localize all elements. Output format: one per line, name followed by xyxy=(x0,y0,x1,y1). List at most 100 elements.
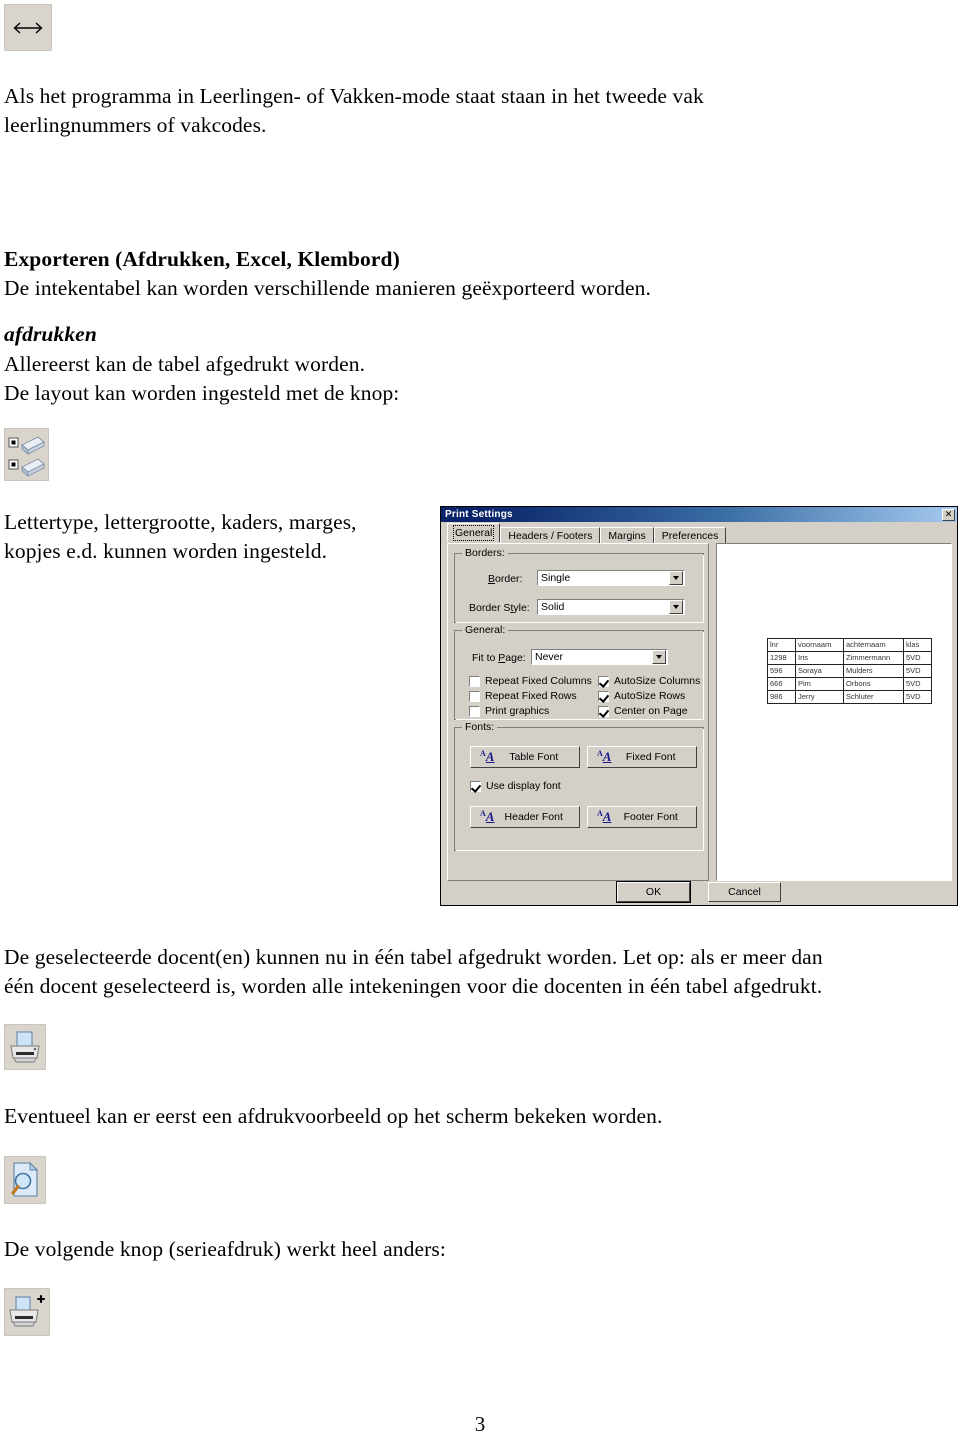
table-font-button[interactable]: AA Table Font xyxy=(470,746,580,768)
cell-klas: 5VD xyxy=(903,651,932,665)
border-combo-value: Single xyxy=(541,572,571,584)
general-group: General: Fit to Page: Never Repeat Fixed… xyxy=(454,625,704,720)
column-header-voornaam: voornaam xyxy=(795,638,844,652)
checkbox-box[interactable] xyxy=(598,690,609,702)
font-glyph-icon: AA xyxy=(480,809,495,824)
print-preview-button[interactable] xyxy=(4,1156,46,1204)
font-glyph-icon: AA xyxy=(597,809,612,824)
preview-table: lnr voornaam achternaam klas 1298 Iris Z… xyxy=(767,638,932,704)
checkbox-repeat-fixed-rows[interactable]: Repeat Fixed Rows xyxy=(469,690,577,702)
checkbox-label: Use display font xyxy=(486,780,561,792)
column-header-achternaam: achternaam xyxy=(843,638,904,652)
lettertype-line-2: kopjes e.d. kunnen worden ingesteld. xyxy=(4,539,328,563)
print-button[interactable] xyxy=(4,1024,46,1070)
export-subtext: De intekentabel kan worden verschillende… xyxy=(4,276,651,300)
checkbox-box[interactable] xyxy=(469,675,480,687)
header-font-button[interactable]: AA Header Font xyxy=(470,806,580,828)
page-layout-icon xyxy=(8,433,46,477)
intro-line-1: Als het programma in Leerlingen- of Vakk… xyxy=(4,84,704,108)
general-group-title: General: xyxy=(462,625,509,636)
border-combo[interactable]: Single xyxy=(537,570,685,586)
page-setup-button[interactable] xyxy=(4,428,49,481)
checkbox-box[interactable] xyxy=(598,705,609,717)
intro-line-2: leerlingnummers of vakcodes. xyxy=(4,113,267,137)
paragraph-preview-note: Eventueel kan er eerst een afdrukvoorbee… xyxy=(4,1104,663,1128)
tab-headers-footers[interactable]: Headers / Footers xyxy=(500,527,601,544)
cell-lnr: 986 xyxy=(767,690,796,704)
afdrukken-heading: afdrukken xyxy=(4,322,97,346)
fit-to-page-combo-value: Never xyxy=(535,651,564,663)
footer-font-label: Footer Font xyxy=(623,811,678,823)
ok-button[interactable]: OK xyxy=(616,881,691,903)
dialog-title: Print Settings xyxy=(445,509,513,520)
fit-to-page-combo[interactable]: Never xyxy=(531,649,668,665)
table-header-row: lnr voornaam achternaam klas xyxy=(767,638,932,652)
cell-lnr: 666 xyxy=(767,677,796,691)
close-icon[interactable]: ✕ xyxy=(942,508,955,521)
checkbox-label: Repeat Fixed Columns xyxy=(485,675,592,687)
header-font-label: Header Font xyxy=(504,811,563,823)
cancel-button[interactable]: Cancel xyxy=(708,882,781,902)
print-preview-icon xyxy=(8,1161,42,1199)
print-preview-pane: lnr voornaam achternaam klas 1298 Iris Z… xyxy=(716,543,952,881)
fixed-font-button[interactable]: AA Fixed Font xyxy=(587,746,697,768)
table-font-label: Table Font xyxy=(509,751,559,763)
print-settings-dialog: Print Settings ✕ General Headers / Foote… xyxy=(440,506,958,906)
checkbox-box[interactable] xyxy=(469,690,480,702)
cell-klas: 5VD xyxy=(903,664,932,678)
chevron-down-icon[interactable] xyxy=(669,600,683,614)
lettertype-line-1: Lettertype, lettergrootte, kaders, marge… xyxy=(4,510,357,534)
checkbox-label: Center on Page xyxy=(614,705,688,717)
table-row: 1298 Iris Zimmermann 5VD xyxy=(767,651,932,665)
borders-group-title: Borders: xyxy=(462,548,508,559)
resize-columns-button[interactable] xyxy=(4,4,52,51)
table-row: 596 Soraya Mulders 5VD xyxy=(767,664,932,678)
checkbox-label: AutoSize Columns xyxy=(614,675,701,687)
printer-icon xyxy=(7,1029,43,1065)
footer-font-button[interactable]: AA Footer Font xyxy=(587,806,697,828)
border-style-label: Border Style: xyxy=(469,602,530,614)
fixed-font-label: Fixed Font xyxy=(625,751,676,763)
cell-lnr: 596 xyxy=(767,664,796,678)
tab-headers-footers-label: Headers / Footers xyxy=(508,530,593,542)
table-row: 666 Pim Orbons 5VD xyxy=(767,677,932,691)
checkbox-use-display-font[interactable]: Use display font xyxy=(470,780,561,792)
fit-to-page-label: Fit to Page: xyxy=(472,652,526,664)
table-row: 986 Jerry Schluter 5VD xyxy=(767,690,932,704)
page-number: 3 xyxy=(474,1412,486,1436)
checkbox-autosize-columns[interactable]: AutoSize Columns xyxy=(598,675,700,687)
checkbox-center-on-page[interactable]: Center on Page xyxy=(598,705,688,717)
dialog-titlebar[interactable]: Print Settings ✕ xyxy=(441,507,957,522)
paragraph-serieafdruk-note: De volgende knop (serieafdruk) werkt hee… xyxy=(4,1237,446,1261)
tab-preferences[interactable]: Preferences xyxy=(653,527,727,544)
checkbox-autosize-rows[interactable]: AutoSize Rows xyxy=(598,690,685,702)
chevron-down-icon[interactable] xyxy=(669,571,683,585)
checkbox-label: Repeat Fixed Rows xyxy=(485,690,577,702)
paragraph-lettertype: Lettertype, lettergrootte, kaders, marge… xyxy=(4,508,424,566)
column-header-klas: klas xyxy=(903,638,932,652)
docent-note-line-2: één docent geselecteerd is, worden alle … xyxy=(4,974,823,998)
checkbox-box[interactable] xyxy=(598,675,609,687)
font-glyph-icon: AA xyxy=(597,749,612,764)
checkbox-print-graphics[interactable]: Print graphics xyxy=(469,705,549,717)
export-heading: Exporteren (Afdrukken, Excel, Klembord) xyxy=(4,247,400,271)
checkbox-box[interactable] xyxy=(469,705,480,717)
afdrukken-line-1: Allereerst kan de tabel afgedrukt worden… xyxy=(4,352,366,376)
fonts-group-title: Fonts: xyxy=(462,722,498,733)
column-header-lnr: lnr xyxy=(767,638,796,652)
tab-general[interactable]: General xyxy=(447,523,501,542)
checkbox-repeat-fixed-columns[interactable]: Repeat Fixed Columns xyxy=(469,675,592,687)
cell-voornaam: Iris xyxy=(795,651,844,665)
borders-group: Borders: Border: Single Border Style: So… xyxy=(454,548,704,623)
border-style-combo[interactable]: Solid xyxy=(537,599,685,615)
afdrukken-line-2: De layout kan worden ingesteld met de kn… xyxy=(4,381,400,405)
dialog-tabstrip: General Headers / Footers Margins Prefer… xyxy=(447,523,727,544)
tab-general-label: General xyxy=(452,525,495,541)
general-tab-panel: Borders: Border: Single Border Style: So… xyxy=(447,543,709,881)
tab-margins[interactable]: Margins xyxy=(600,527,654,544)
chevron-down-icon[interactable] xyxy=(652,650,666,664)
checkbox-box[interactable] xyxy=(470,780,481,792)
series-print-button[interactable] xyxy=(4,1288,50,1336)
cell-achternaam: Schluter xyxy=(843,690,904,704)
dialog-footer: OK Cancel xyxy=(441,879,957,905)
